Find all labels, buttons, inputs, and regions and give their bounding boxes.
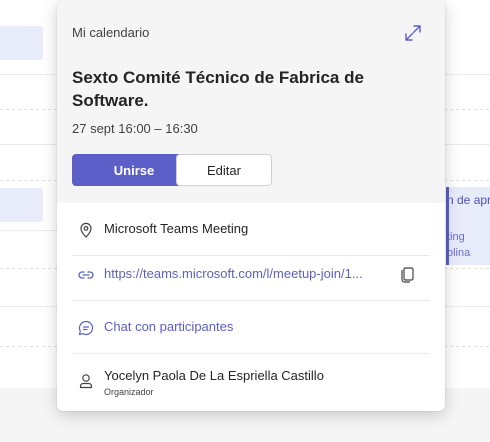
chat-with-participants-link[interactable]: Chat con participantes — [104, 319, 233, 334]
copy-icon[interactable] — [399, 264, 417, 284]
event-time: 27 sept 16:00 – 16:30 — [72, 121, 198, 136]
link-icon — [77, 266, 95, 284]
chat-icon — [77, 319, 95, 337]
location-text: Microsoft Teams Meeting — [104, 221, 249, 236]
calendar-event-block[interactable]: n de apre ting olina — [446, 187, 490, 265]
popup-header: Mi calendario Sexto Comité Técnico de Fa… — [57, 0, 445, 203]
event-title-fragment: n de apre — [447, 193, 490, 207]
edit-button[interactable]: Editar — [176, 154, 272, 186]
calendar-event-block[interactable] — [0, 26, 43, 60]
event-title: Sexto Comité Técnico de Fabrica de Softw… — [72, 68, 364, 110]
chat-row[interactable]: Chat con participantes — [72, 301, 430, 354]
organizer-row: Yocelyn Paola De La Espriella Castillo O… — [72, 354, 430, 406]
meeting-link-row: https://teams.microsoft.com/l/meetup-joi… — [72, 248, 430, 301]
event-detail-fragment: ting olina — [447, 229, 471, 261]
event-detail-line: olina — [447, 247, 471, 259]
organizer-name[interactable]: Yocelyn Paola De La Espriella Castillo — [104, 368, 324, 383]
location-icon — [77, 221, 95, 239]
calendar-event-block[interactable] — [0, 188, 43, 222]
event-details-popup: Mi calendario Sexto Comité Técnico de Fa… — [57, 0, 445, 411]
meeting-link[interactable]: https://teams.microsoft.com/l/meetup-joi… — [104, 266, 363, 281]
expand-icon[interactable] — [403, 23, 423, 43]
calendar-name: Mi calendario — [72, 25, 150, 40]
event-detail-line: ting — [447, 231, 465, 243]
person-icon — [77, 372, 95, 390]
organizer-role: Organizador — [104, 387, 154, 397]
